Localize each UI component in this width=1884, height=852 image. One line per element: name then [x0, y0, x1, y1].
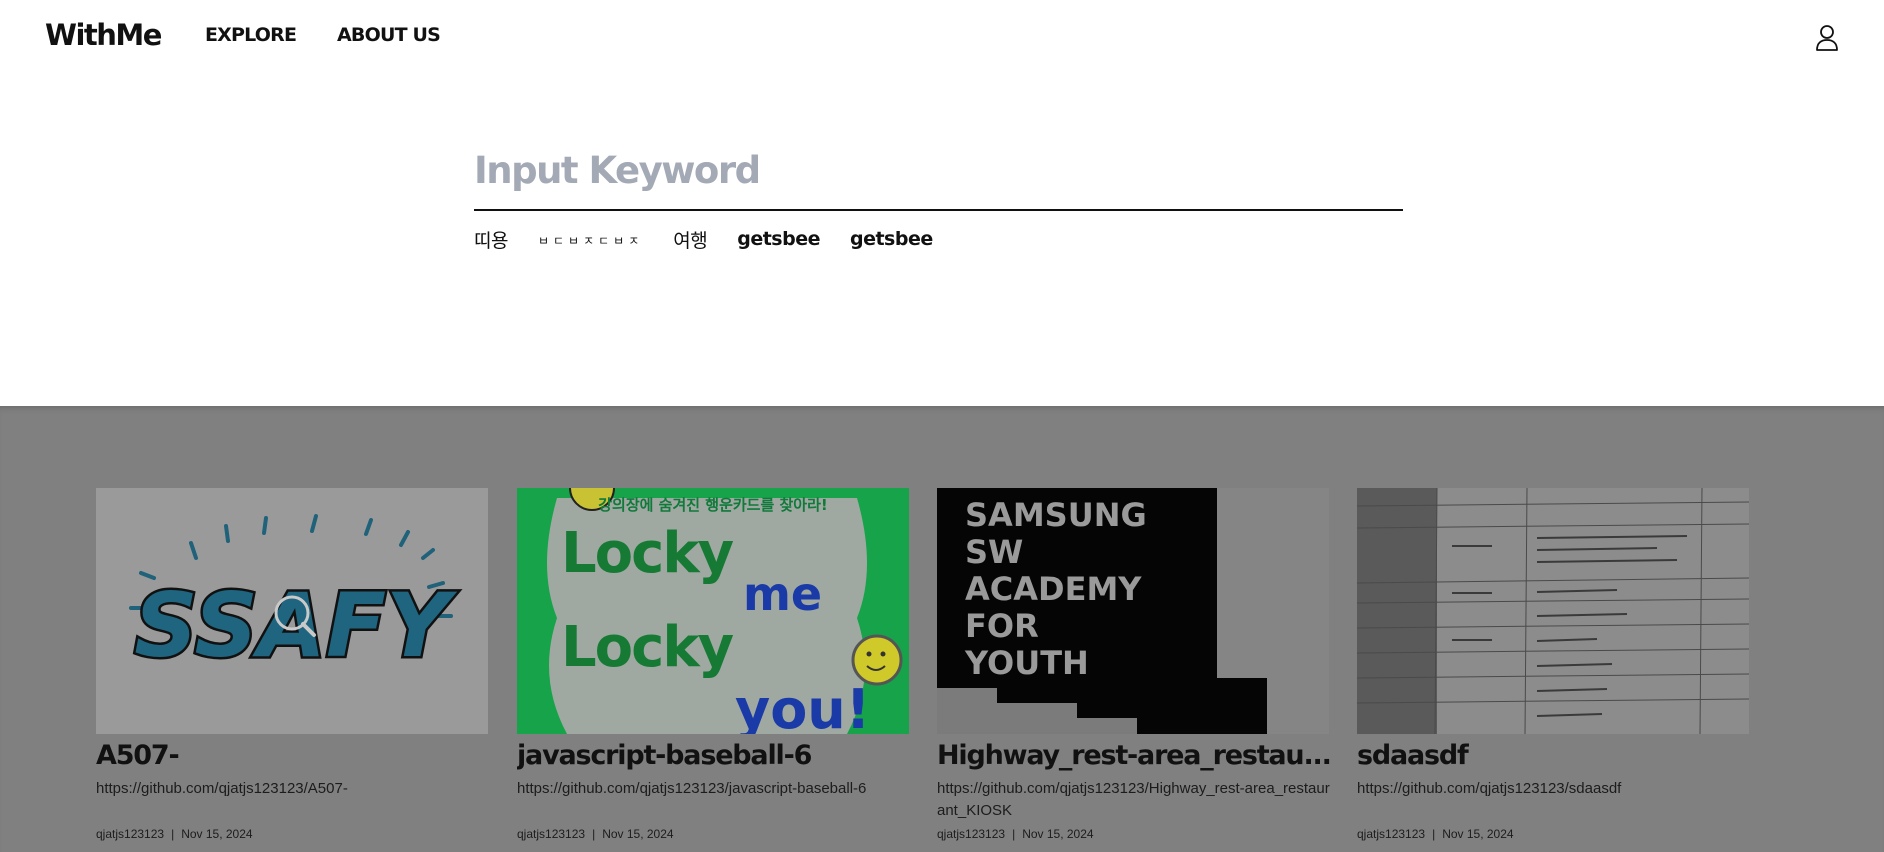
card-title[interactable]: javascript-baseball-6	[517, 740, 937, 771]
keyword-chip[interactable]: ㅂㄷㅂㅈㄷㅂㅈ	[538, 232, 643, 249]
project-card[interactable]: SAMSUNG SW ACADEMY FOR YOUTH Highway_res…	[937, 488, 1332, 841]
card-title[interactable]: Highway_rest-area_restau...	[937, 740, 1357, 771]
meta-separator: |	[171, 827, 175, 841]
meta-separator: |	[1432, 827, 1436, 841]
card-author: qjatjs123123	[937, 827, 1006, 841]
card-author: qjatjs123123	[1357, 827, 1426, 841]
project-card[interactable]: sdaasdf https://github.com/qjatjs123123/…	[1357, 488, 1749, 841]
logo[interactable]: WithMe	[45, 18, 162, 52]
keyword-chip[interactable]: getsbee	[737, 228, 820, 250]
meta-separator: |	[1012, 827, 1016, 841]
card-thumbnail[interactable]	[1357, 488, 1749, 734]
samsung-academy-image: SAMSUNG SW ACADEMY FOR YOUTH	[937, 488, 1329, 734]
keyword-chip[interactable]: getsbee	[850, 228, 933, 250]
project-card[interactable]: SSAFY A507- https://github.com/qjatjs123…	[96, 488, 488, 841]
thumb-line-4: FOR	[965, 607, 1039, 645]
nav-explore[interactable]: EXPLORE	[205, 24, 297, 46]
thumb-line-5: YOUTH	[964, 644, 1089, 682]
card-date: Nov 15, 2024	[181, 827, 253, 841]
project-card[interactable]: 강의장에 숨겨진 행운카드를 찾아라! Locky me Locky you! …	[517, 488, 909, 841]
search-input[interactable]	[474, 140, 1403, 200]
document-photo-image	[1357, 488, 1749, 734]
nav-about-us[interactable]: ABOUT US	[337, 24, 441, 46]
card-date: Nov 15, 2024	[1022, 827, 1094, 841]
thumb-line-3: ACADEMY	[965, 570, 1142, 608]
header: WithMe EXPLORE ABOUT US	[0, 0, 1884, 74]
poster-subtitle: 강의장에 숨겨진 행운카드를 찾아라!	[598, 496, 828, 514]
poster-line-1: Locky	[561, 521, 734, 586]
user-icon[interactable]	[1815, 24, 1839, 52]
card-date: Nov 15, 2024	[1442, 827, 1514, 841]
card-meta: qjatjs123123 | Nov 15, 2024	[96, 827, 253, 841]
card-link[interactable]: https://github.com/qjatjs123123/javascri…	[517, 778, 917, 800]
card-thumbnail[interactable]: 강의장에 숨겨진 행운카드를 찾아라! Locky me Locky you!	[517, 488, 909, 734]
poster-line-2: me	[743, 567, 822, 621]
card-date: Nov 15, 2024	[602, 827, 674, 841]
poster-line-4: you!	[735, 678, 870, 734]
card-thumbnail[interactable]: SAMSUNG SW ACADEMY FOR YOUTH	[937, 488, 1329, 734]
locky-poster-image: 강의장에 숨겨진 행운카드를 찾아라! Locky me Locky you!	[547, 488, 903, 734]
card-link[interactable]: https://github.com/qjatjs123123/Highway_…	[937, 778, 1337, 822]
keyword-chip[interactable]: 띠용	[474, 226, 508, 253]
card-title[interactable]: sdaasdf	[1357, 740, 1777, 771]
card-link[interactable]: https://github.com/qjatjs123123/A507-	[96, 778, 496, 800]
ssafy-logo-image: SSAFY	[129, 514, 461, 680]
card-author: qjatjs123123	[517, 827, 586, 841]
meta-separator: |	[592, 827, 596, 841]
card-title[interactable]: A507-	[96, 740, 516, 771]
thumb-line-1: SAMSUNG	[965, 496, 1147, 534]
ssafy-text: SSAFY	[134, 574, 458, 677]
poster-line-3: Locky	[561, 615, 734, 680]
recent-keywords: 띠용 ㅂㄷㅂㅈㄷㅂㅈ 여행 getsbee getsbee	[474, 226, 963, 252]
card-thumbnail[interactable]: SSAFY	[96, 488, 488, 734]
card-link[interactable]: https://github.com/qjatjs123123/sdaasdf	[1357, 778, 1757, 800]
thumb-line-2: SW	[965, 533, 1023, 571]
card-meta: qjatjs123123 | Nov 15, 2024	[937, 827, 1094, 841]
card-meta: qjatjs123123 | Nov 15, 2024	[1357, 827, 1514, 841]
keyword-chip[interactable]: 여행	[673, 226, 707, 253]
search-box	[474, 140, 1403, 211]
card-author: qjatjs123123	[96, 827, 165, 841]
card-meta: qjatjs123123 | Nov 15, 2024	[517, 827, 674, 841]
